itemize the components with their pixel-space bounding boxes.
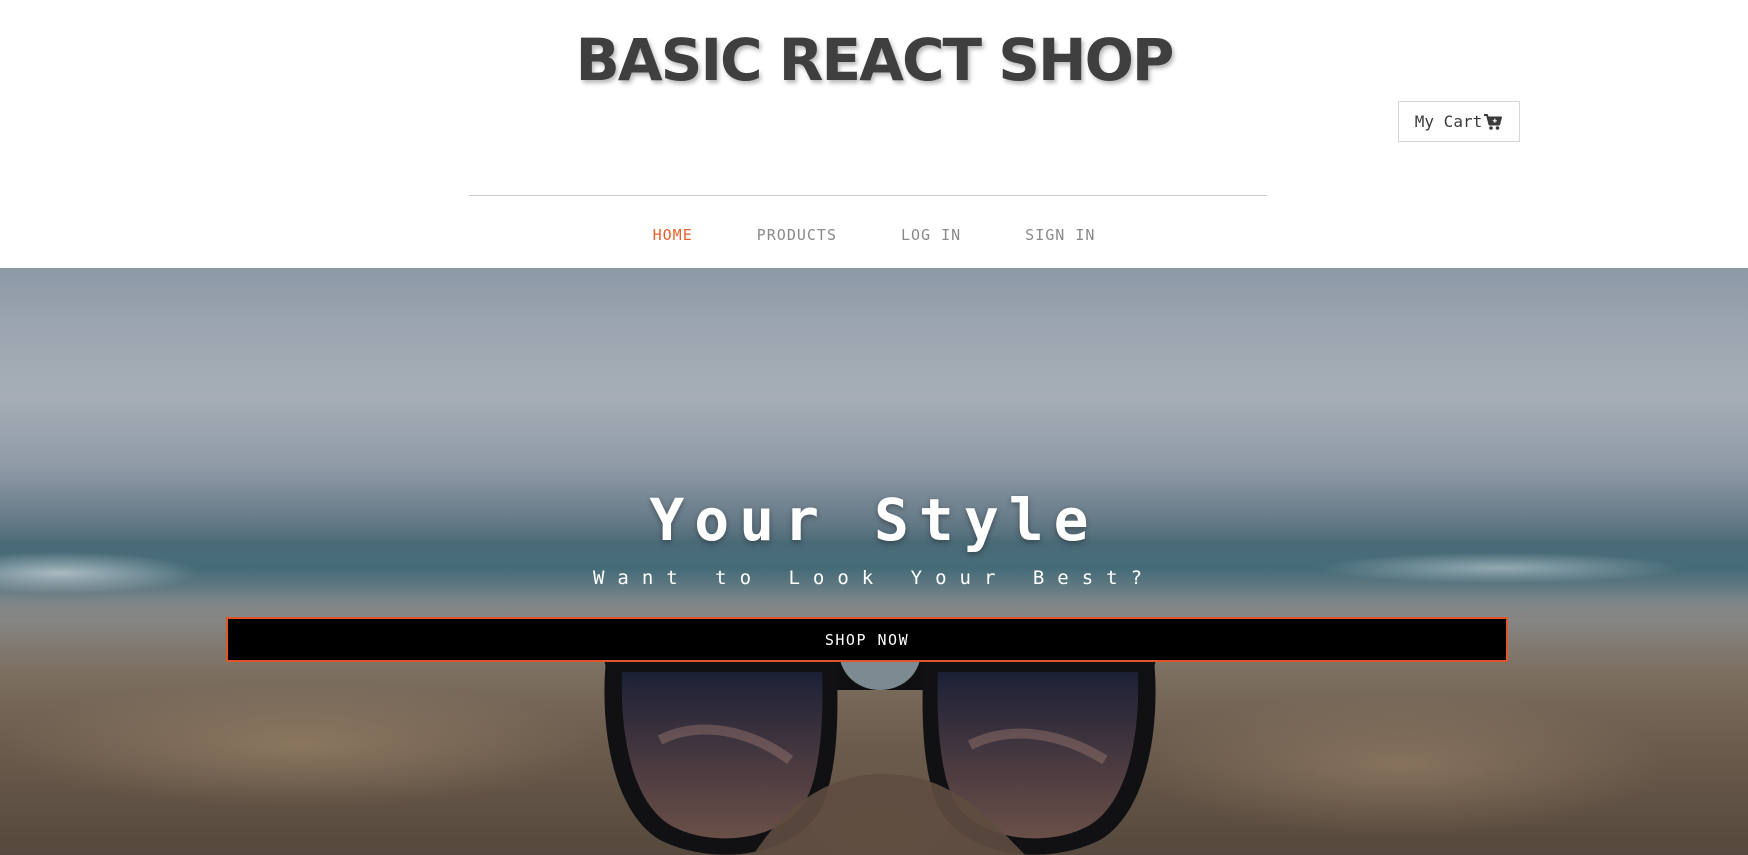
site-title: BASIC REACT SHOP	[575, 26, 1175, 94]
shop-now-button[interactable]: SHOP NOW	[226, 617, 1508, 662]
page: BASIC REACT SHOP My Cart HOME PRODUCTS L…	[0, 0, 1748, 855]
nav-item-home[interactable]: HOME	[653, 226, 693, 244]
header-divider	[469, 195, 1267, 196]
main-nav: HOME PRODUCTS LOG IN SIGN IN	[0, 226, 1748, 244]
cart-label: My Cart	[1414, 112, 1483, 131]
nav-item-log-in[interactable]: LOG IN	[901, 226, 961, 244]
nav-item-products[interactable]: PRODUCTS	[757, 226, 837, 244]
sunglasses-image	[604, 660, 1156, 855]
hero-subtitle: Want to Look Your Best?	[592, 567, 1156, 589]
hero-banner: Your Style Want to Look Your Best? SHOP …	[0, 268, 1748, 855]
site-header: BASIC REACT SHOP My Cart HOME PRODUCTS L…	[0, 0, 1748, 268]
my-cart-button[interactable]: My Cart	[1398, 101, 1520, 142]
hero-title: Your Style	[649, 486, 1099, 554]
nav-item-sign-in[interactable]: SIGN IN	[1025, 226, 1095, 244]
shopping-cart-icon	[1484, 113, 1503, 130]
